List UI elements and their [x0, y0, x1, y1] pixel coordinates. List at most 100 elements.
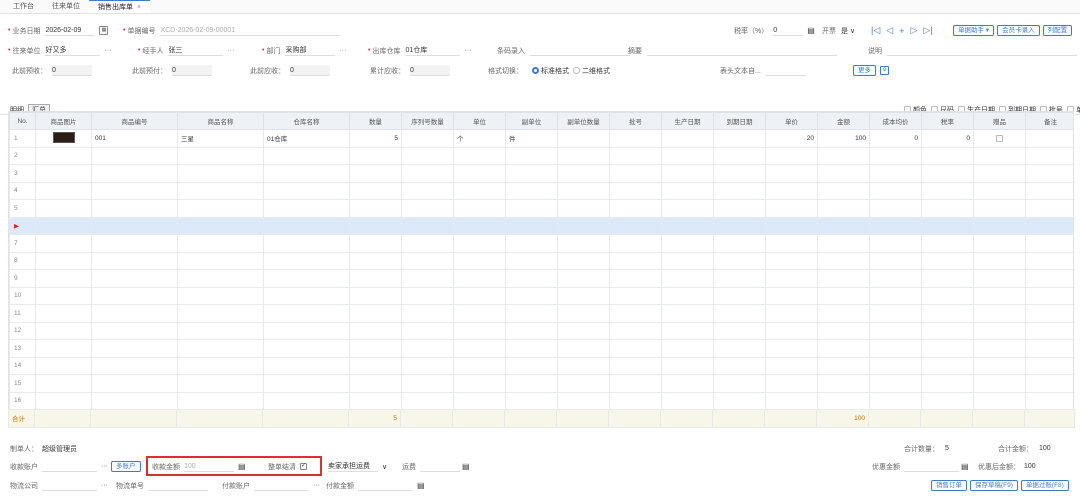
col-amount[interactable]: 金额	[817, 112, 870, 130]
grid-cell[interactable]	[765, 321, 818, 340]
grid-cell[interactable]	[35, 164, 92, 183]
grid-cell[interactable]	[91, 234, 178, 253]
grid-cell[interactable]	[1025, 356, 1073, 375]
grid-cell[interactable]	[713, 374, 766, 393]
grid-cell[interactable]	[263, 269, 350, 288]
grid-cell[interactable]	[661, 356, 714, 375]
grid-cell[interactable]	[505, 216, 558, 235]
grid-cell[interactable]	[177, 234, 264, 253]
grid-cell[interactable]	[921, 251, 974, 270]
grid-cell[interactable]	[349, 286, 402, 305]
grid-cell[interactable]	[765, 251, 818, 270]
grid-cell[interactable]	[177, 216, 264, 235]
assistant-button[interactable]: 单据助手 ▾	[953, 25, 995, 36]
grid-cell[interactable]	[921, 304, 974, 323]
grid-cell[interactable]	[177, 146, 264, 165]
grid-cell[interactable]	[869, 356, 922, 375]
grid-cell[interactable]	[869, 304, 922, 323]
grid-cell[interactable]	[557, 269, 610, 288]
col-sub-unit[interactable]: 副单位	[505, 112, 558, 130]
col-exp-date[interactable]: 到期日期	[713, 112, 766, 130]
grid-cell[interactable]	[661, 164, 714, 183]
grid-cell[interactable]	[91, 339, 178, 358]
grid-cell[interactable]	[557, 216, 610, 235]
grid-cell[interactable]	[713, 164, 766, 183]
col-qty[interactable]: 数量	[349, 112, 402, 130]
col-batch[interactable]: 批号	[609, 112, 662, 130]
calendar-icon[interactable]: ▦	[99, 26, 109, 35]
grid-cell[interactable]	[505, 391, 558, 410]
grid-cell[interactable]	[869, 199, 922, 218]
grid-cell[interactable]	[765, 391, 818, 410]
grid-cell[interactable]	[609, 164, 662, 183]
grid-cell[interactable]	[921, 321, 974, 340]
grid-cell[interactable]	[349, 164, 402, 183]
price-cell[interactable]: 20	[765, 129, 818, 148]
unit-cell[interactable]: 个	[453, 129, 506, 148]
grid-cell[interactable]	[177, 356, 264, 375]
table-row[interactable]: 1 001 三星 01仓库 5 个 件 20 100 0 0	[9, 129, 1073, 148]
grid-cell[interactable]	[609, 286, 662, 305]
col-serial-qty[interactable]: 序列号数量	[401, 112, 454, 130]
grid-cell[interactable]	[609, 181, 662, 200]
shipping-mode-select[interactable]: 卖家承担运费	[328, 461, 378, 472]
grid-cell[interactable]	[91, 321, 178, 340]
grid-cell[interactable]	[401, 304, 454, 323]
grid-cell[interactable]	[765, 269, 818, 288]
grid-cell[interactable]	[713, 216, 766, 235]
grid-cell[interactable]	[869, 164, 922, 183]
grid-cell[interactable]	[401, 269, 454, 288]
grid-cell[interactable]	[91, 269, 178, 288]
prod-date-cell[interactable]	[661, 129, 714, 148]
chevron-down-icon[interactable]: ∨	[850, 27, 855, 35]
grid-cell[interactable]	[713, 146, 766, 165]
calculator-icon[interactable]: ▤	[417, 481, 425, 490]
grid-cell[interactable]	[765, 199, 818, 218]
grid-cell[interactable]	[869, 286, 922, 305]
grid-cell[interactable]	[609, 374, 662, 393]
grid-cell[interactable]	[263, 216, 350, 235]
table-row[interactable]: 7	[9, 234, 1073, 253]
product-name-cell[interactable]: 三星	[177, 129, 264, 148]
grid-cell[interactable]	[505, 146, 558, 165]
grid-cell[interactable]	[557, 181, 610, 200]
grid-cell[interactable]	[1025, 391, 1073, 410]
warehouse-field[interactable]: 01仓库	[405, 45, 461, 56]
table-row[interactable]: 10	[9, 286, 1073, 305]
tax-cell[interactable]: 0	[921, 129, 974, 148]
grid-cell[interactable]	[765, 234, 818, 253]
biz-date-field[interactable]: 2026-02-09	[45, 25, 96, 36]
grid-cell[interactable]	[177, 269, 264, 288]
grid-cell[interactable]	[1025, 339, 1073, 358]
gear-icon[interactable]: ⚙	[880, 66, 889, 75]
col-warehouse[interactable]: 仓库名称	[263, 112, 350, 130]
table-row[interactable]: 13	[9, 339, 1073, 358]
grid-cell[interactable]	[453, 356, 506, 375]
col-image[interactable]: 商品图片	[35, 112, 92, 130]
grid-cell[interactable]	[505, 199, 558, 218]
calculator-icon[interactable]: ▤	[238, 462, 246, 471]
grid-cell[interactable]	[349, 391, 402, 410]
table-row[interactable]: 15	[9, 374, 1073, 393]
grid-cell[interactable]	[35, 269, 92, 288]
tab-workbench[interactable]: 工作台	[4, 0, 43, 13]
grid-cell[interactable]	[505, 356, 558, 375]
grid-cell[interactable]	[973, 286, 1026, 305]
warehouse-cell[interactable]: 01仓库	[263, 129, 350, 148]
grid-cell[interactable]	[1025, 304, 1073, 323]
grid-cell[interactable]	[263, 199, 350, 218]
next-record-icon[interactable]: ▷	[910, 25, 917, 36]
grid-cell[interactable]	[921, 181, 974, 200]
grid-cell[interactable]	[263, 286, 350, 305]
grid-cell[interactable]	[453, 216, 506, 235]
grid-cell[interactable]	[1025, 286, 1073, 305]
col-code[interactable]: 商品编号	[91, 112, 178, 130]
grid-cell[interactable]	[177, 164, 264, 183]
grid-cell[interactable]	[713, 234, 766, 253]
grid-cell[interactable]	[263, 251, 350, 270]
grid-cell[interactable]	[453, 321, 506, 340]
grid-cell[interactable]	[177, 321, 264, 340]
grid-cell[interactable]	[661, 216, 714, 235]
grid-cell[interactable]	[177, 199, 264, 218]
table-row[interactable]: 11	[9, 304, 1073, 323]
